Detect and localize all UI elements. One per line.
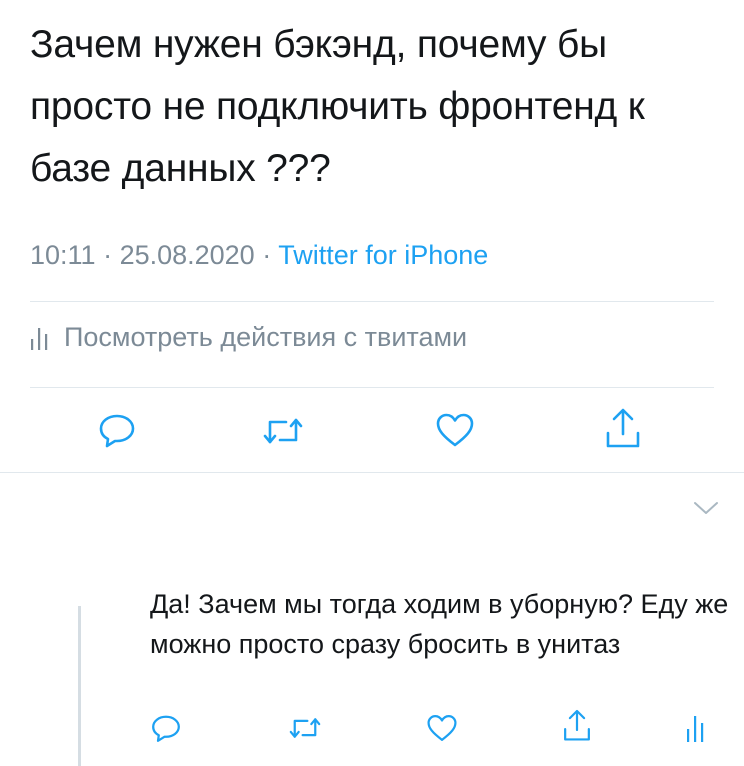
like-icon bbox=[427, 715, 457, 741]
reply-text: Да! Зачем мы тогда ходим в уборную? Еду … bbox=[150, 589, 729, 659]
meta-separator: · bbox=[254, 240, 279, 270]
reply-retweet-button[interactable] bbox=[288, 713, 322, 748]
tweet-date: 25.08.2020 bbox=[119, 240, 255, 270]
divider bbox=[30, 301, 714, 302]
reply-icon bbox=[99, 414, 135, 448]
reply-analytics-button[interactable] bbox=[686, 713, 706, 748]
tweet-time: 10:11 bbox=[30, 240, 96, 270]
reply-button[interactable] bbox=[97, 410, 137, 455]
like-icon bbox=[436, 413, 474, 447]
share-button[interactable] bbox=[604, 407, 642, 456]
divider bbox=[0, 472, 744, 473]
reply-icon bbox=[152, 715, 180, 742]
thread-line bbox=[78, 606, 81, 766]
retweet-button[interactable] bbox=[262, 412, 304, 455]
reply-share-button[interactable] bbox=[562, 708, 592, 749]
tweet-meta: 10:11 · 25.08.2020 · Twitter for iPhone bbox=[30, 240, 488, 271]
analytics-icon bbox=[31, 327, 48, 350]
reply-reply-button[interactable] bbox=[150, 712, 182, 749]
share-icon bbox=[606, 408, 640, 448]
more-options-button[interactable] bbox=[693, 500, 719, 521]
tweet-source-link[interactable]: Twitter for iPhone bbox=[278, 240, 488, 270]
view-tweet-activity-button[interactable]: Посмотреть действия с твитами bbox=[30, 322, 467, 353]
retweet-icon bbox=[289, 718, 321, 738]
retweet-icon bbox=[263, 418, 303, 444]
analytics-icon bbox=[687, 716, 704, 742]
view-tweet-activity-label: Посмотреть действия с твитами bbox=[64, 322, 468, 352]
share-icon bbox=[564, 709, 590, 741]
tweet-text: Зачем нужен бэкэнд, почему бы просто не … bbox=[30, 23, 645, 190]
chevron-down-icon bbox=[694, 502, 718, 514]
like-button[interactable] bbox=[435, 411, 475, 454]
reply-like-button[interactable] bbox=[426, 713, 458, 748]
divider bbox=[30, 387, 714, 388]
meta-separator: · bbox=[95, 240, 120, 270]
